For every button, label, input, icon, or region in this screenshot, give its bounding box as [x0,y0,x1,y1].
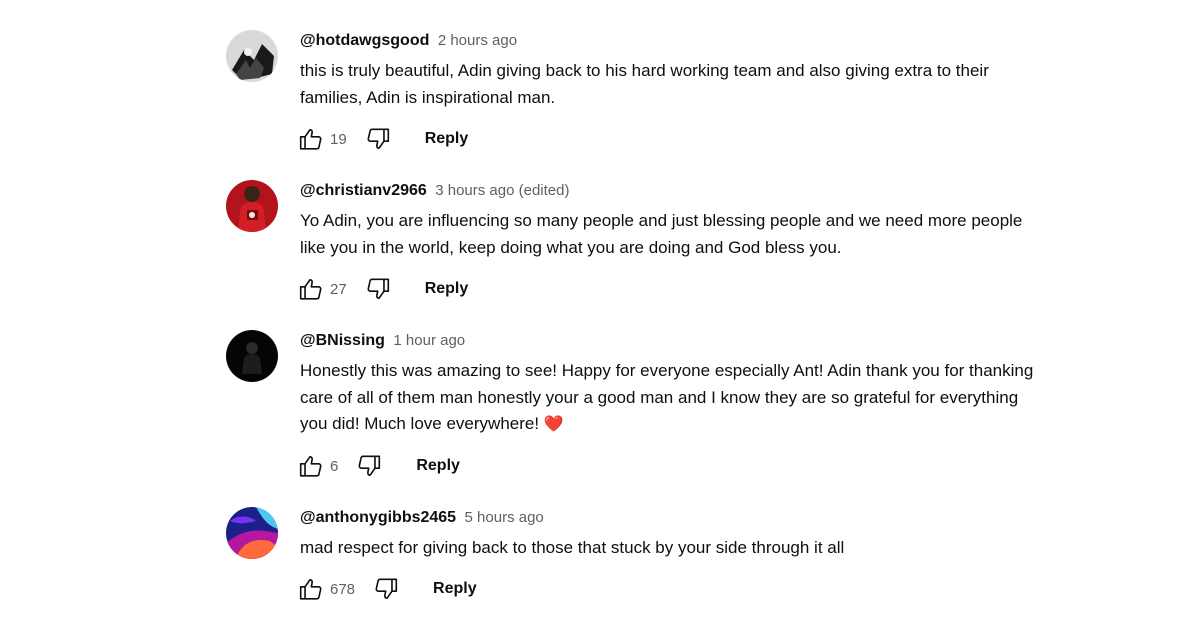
reply-button[interactable]: Reply [425,280,469,298]
reply-button[interactable]: Reply [425,130,469,148]
comment-text: Yo Adin, you are influencing so many peo… [300,211,1023,257]
comment-text-content: Honestly this was amazing to see! Happy … [300,361,1034,433]
avatar[interactable] [226,30,278,82]
comment-author[interactable]: @BNissing [300,332,385,349]
like-count: 678 [330,580,356,598]
comment-text: Honestly this was amazing to see! Happy … [300,358,1040,439]
comment-time[interactable]: 3 hours ago (edited) [435,182,569,199]
comment-header: @hotdawgsgood 2 hours ago [300,30,1040,52]
comment-body: @BNissing 1 hour ago Honestly this was a… [299,330,1040,477]
comment-header: @anthonygibbs2465 5 hours ago [300,507,1040,529]
avatar[interactable] [226,330,278,382]
like-count: 19 [330,130,347,148]
comment-actions: 27 Reply [296,274,468,304]
comment-author[interactable]: @hotdawgsgood [300,32,429,49]
comment-actions: 6 Reply [296,451,460,481]
thumbs-down-icon[interactable] [363,274,393,304]
thumbs-up-icon[interactable] [296,574,326,604]
heart-emoji: ❤️ [543,416,564,433]
reply-button[interactable]: Reply [416,457,460,475]
thumbs-down-icon[interactable] [363,124,393,154]
comment-author[interactable]: @christianv2966 [300,182,427,199]
like-count: 27 [330,280,347,298]
avatar[interactable] [226,507,278,559]
comment-body: @christianv2966 3 hours ago (edited) Yo … [299,180,1040,300]
thumbs-down-icon[interactable] [354,451,384,481]
comment-header: @BNissing 1 hour ago [300,330,1040,352]
thumbs-up-icon[interactable] [296,124,326,154]
comment-actions: 678 Reply [296,574,477,604]
comment-header: @christianv2966 3 hours ago (edited) [300,180,1040,202]
thumbs-down-icon[interactable] [371,574,401,604]
reply-button[interactable]: Reply [433,580,477,598]
comment-time[interactable]: 2 hours ago [438,32,517,49]
comment-time[interactable]: 5 hours ago [465,509,544,526]
comment-time[interactable]: 1 hour ago [393,332,465,349]
comment-text: mad respect for giving back to those tha… [300,538,845,557]
comment-text: this is truly beautiful, Adin giving bac… [300,61,989,107]
comment-author[interactable]: @anthonygibbs2465 [300,509,456,526]
comment-body: @anthonygibbs2465 5 hours ago mad respec… [299,507,1040,600]
like-count: 6 [330,457,339,475]
comment-body: @hotdawgsgood 2 hours ago this is truly … [299,30,1040,150]
thumbs-up-icon[interactable] [296,274,326,304]
comment-actions: 19 Reply [296,124,468,154]
thumbs-up-icon[interactable] [296,451,326,481]
avatar[interactable] [226,180,278,232]
